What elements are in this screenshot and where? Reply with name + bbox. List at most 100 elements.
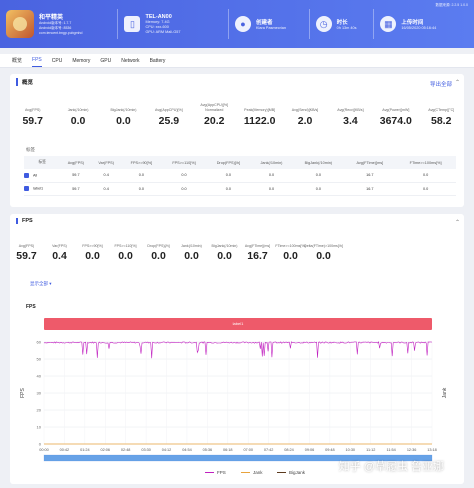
tab-network[interactable]: Network	[121, 55, 139, 67]
clock-icon: ◷	[315, 16, 332, 32]
y-tick-label: 30	[37, 391, 42, 396]
stat-value: 0.0	[118, 250, 133, 262]
stat-item: FTime>=100ms[%] 0.0	[274, 234, 307, 263]
game-icon	[6, 10, 34, 38]
stat-item: Avg(Send)[KB/s] 2.0	[282, 98, 327, 128]
x-tick-label: 04:54	[182, 448, 192, 452]
legend-label: FPS	[217, 470, 226, 475]
table-header-row: 标签 Avg(FPS) Var(FPS) FPS>=90[%] FPS>=110…	[24, 156, 456, 169]
tab-cpu[interactable]: CPU	[52, 55, 63, 67]
y-axis-label: FPS	[20, 387, 26, 397]
label-name: All	[33, 173, 38, 178]
section-tabs: 概览 FPS CPU Memory GPU Network Battery	[0, 54, 474, 68]
table-cell: 0.0	[395, 169, 456, 183]
stat-item: BigJank(/10min) 0.0	[101, 98, 146, 128]
table-cell: 0.0	[161, 169, 207, 183]
tester-name: Klara Pasmecrian	[256, 25, 286, 30]
stat-label: Avg(AppCPU)[%]	[155, 107, 183, 112]
overview-card: 概览 导出全部 ⌃ Avg(FPS) 59.7 Jank(/10min) 0.0 B…	[10, 74, 464, 207]
x-tick-label: 02:06	[101, 448, 111, 452]
x-tick-label: 06:18	[223, 448, 233, 452]
stat-label: BigJank(/10min)	[110, 107, 137, 112]
x-tick-label: 13:18	[427, 448, 437, 452]
label-range-bar[interactable]: label1	[44, 318, 432, 330]
x-tick-label: 00:42	[60, 448, 70, 452]
label-checkbox[interactable]	[24, 172, 29, 178]
stat-item: FPS>=110[%] 0.0	[109, 234, 142, 263]
table-cell: 0.0	[395, 182, 456, 196]
column-header: Drop(FPS)[/h]	[206, 156, 251, 169]
stat-item: Avg(Power)[mW] 3674.0	[373, 98, 418, 128]
table-cell: 0.0	[206, 169, 251, 183]
tab-fps[interactable]: FPS	[32, 54, 42, 67]
stat-label: Avg(AppCPU)[%] Normalized	[200, 103, 229, 112]
stat-item: Drop(FPS)[/h] 0.0	[142, 234, 175, 263]
stat-label: Avg(CTemp)[°C]	[428, 107, 455, 112]
x-tick-label: 09:06	[305, 448, 315, 452]
y-tick-label: 60	[37, 340, 42, 345]
stat-value: 2.0	[297, 115, 313, 127]
stat-label: FPS>=110[%]	[114, 243, 137, 248]
phone-icon: ▯	[124, 16, 141, 32]
report-header: 和平精英 Android版本号: 1.7.7 Android版本号: 8536 …	[0, 0, 474, 48]
user-icon: ●	[235, 16, 251, 32]
y-tick-label: 20	[37, 408, 42, 413]
x-tick-label: 07:00	[243, 448, 253, 452]
tab-memory[interactable]: Memory	[72, 55, 90, 67]
stat-item: Avg(AppCPU)[%] Normalized 20.2	[192, 98, 237, 127]
label-checkbox[interactable]	[24, 186, 29, 191]
overview-stats: Avg(FPS) 59.7 Jank(/10min) 0.0 BigJank(/10…	[10, 98, 464, 127]
label-section-title: 标签	[26, 147, 35, 152]
y-tick-label: 0	[39, 442, 42, 447]
collapse-icon[interactable]: ⌃	[455, 79, 460, 86]
x-tick-label: 05:36	[203, 448, 213, 452]
show-all-toggle[interactable]: 显示全部 ▾	[30, 281, 52, 287]
stat-label: Avg(Power)[mW]	[382, 107, 410, 112]
stat-value: 0.0	[151, 250, 166, 262]
duration-value: 0h 13m 40s	[336, 25, 357, 30]
stat-value: 0.0	[316, 250, 331, 262]
stat-value: 59.7	[22, 115, 43, 127]
tab-overview[interactable]: 概览	[12, 54, 22, 67]
stat-value: 0.4	[52, 250, 67, 262]
column-header: 标签	[24, 156, 61, 169]
fps-card: FPS ⌃ Avg(FPS) 59.7 Var(FPS) 0.4 FPS>=90[%…	[10, 214, 464, 484]
tab-battery[interactable]: Battery	[150, 55, 166, 67]
tab-gpu[interactable]: GPU	[100, 55, 111, 67]
stat-label: Avg(FPS)	[18, 243, 35, 248]
stat-label: Drop(FPS)[/h]	[147, 243, 170, 248]
x-tick-label: 03:30	[141, 448, 151, 452]
stat-value: 0.0	[283, 250, 298, 262]
tester-info: ● 创建者 Klara Pasmecrian	[229, 0, 309, 48]
overview-title: 概览	[16, 78, 33, 86]
stat-label: Avg(FTime)[ms]	[244, 243, 271, 248]
x-tick-label: 07:42	[264, 448, 274, 452]
table-cell: 0.4	[91, 182, 121, 196]
collapse-icon[interactable]: ⌃	[455, 219, 460, 226]
column-header: Avg(FPS)	[60, 156, 92, 169]
duration-info: ◷ 时长 0h 13m 40s	[310, 0, 374, 48]
x-tick-label: 08:24	[284, 448, 294, 452]
table-cell: 16.7	[344, 169, 396, 183]
stat-label: BigJank(/10min)	[211, 243, 238, 248]
table-cell: 0.0	[250, 182, 293, 196]
stat-value: 25.9	[158, 115, 180, 127]
export-all-button[interactable]: 导出全部	[430, 80, 452, 88]
column-header: BigJank(/10min)	[292, 156, 345, 169]
table-cell: 59.7	[60, 182, 92, 196]
y-tick-label: 50	[37, 357, 42, 362]
y-tick-label: 40	[37, 374, 42, 379]
game-package: com.tencent.tmgp.pubgmhd	[39, 31, 83, 35]
stat-item: Avg(Recv)[KB/s] 3.4	[328, 98, 373, 128]
stat-item: Jank(/10min) 0.0	[55, 98, 100, 128]
column-header: Avg(FTime)[ms]	[344, 156, 396, 169]
game-info: 和平精英 Android版本号: 1.7.7 Android版本号: 8536 …	[0, 0, 117, 48]
y-tick-label: 10	[37, 425, 42, 430]
duration-title: 时长	[336, 19, 348, 26]
stat-label: Delta(FTime)>100ms[/h]	[304, 243, 343, 248]
label-name: label1	[33, 186, 44, 191]
table-cell: 0.4	[91, 169, 121, 183]
legend-label: BigJank	[289, 470, 306, 475]
stat-item: Delta(FTime)>100ms[/h] 0.0	[304, 234, 343, 263]
stat-value: 3674.0	[379, 115, 412, 127]
